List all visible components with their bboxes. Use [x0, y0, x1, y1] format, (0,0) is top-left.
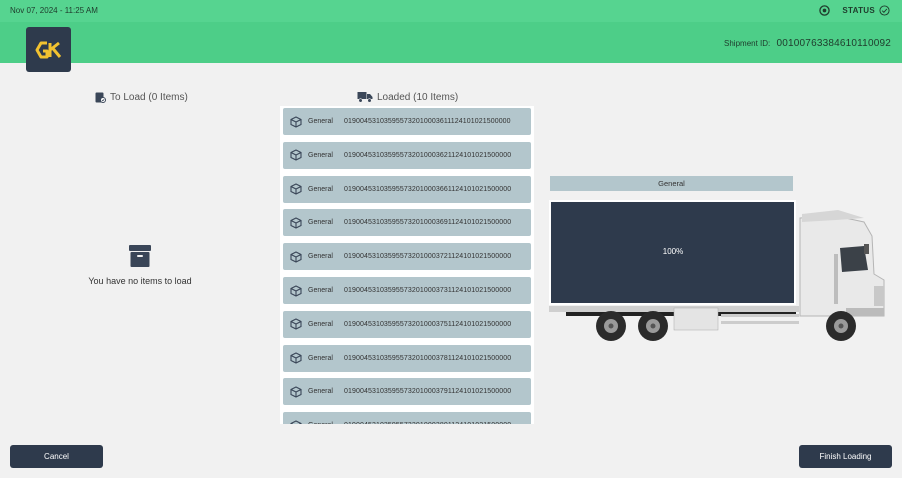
datetime: Nov 07, 2024 - 11:25 AM — [10, 6, 98, 15]
item-category: General — [308, 354, 333, 362]
status-label: STATUS — [842, 6, 875, 15]
clipboard-icon — [95, 92, 106, 103]
list-item[interactable]: General 019004531035955732010003691124101… — [283, 209, 531, 237]
list-item[interactable]: General 019004531035955732010003791124101… — [283, 378, 531, 406]
package-icon — [290, 149, 302, 161]
item-code: 0190045310359557320100036211241010215000… — [344, 151, 512, 159]
item-category: General — [308, 219, 333, 227]
package-icon — [290, 284, 302, 297]
package-icon — [290, 217, 302, 229]
logo[interactable] — [26, 27, 71, 72]
loaded-title: Loaded (10 Items) — [377, 91, 459, 103]
top-bar: Nov 07, 2024 - 11:25 AM STATUS Shipment … — [0, 0, 902, 63]
list-item[interactable]: General 019004531035955732010003781124101… — [283, 344, 531, 372]
item-code: 0190045310359557320100037211241010215000… — [344, 253, 512, 261]
cargo-label: General — [550, 176, 793, 191]
list-item[interactable]: General 019004531035955732010003751124101… — [283, 310, 531, 338]
item-category: General — [308, 185, 333, 193]
item-code: 0190045310359557320100036611241010215000… — [344, 185, 512, 193]
item-code: 0190045310359557320100036111241010215000… — [344, 118, 511, 125]
to-load-title: To Load (0 Items) — [110, 91, 188, 103]
loaded-title-wrap: Loaded (10 Items) — [357, 91, 458, 103]
item-code: 0190045310359557320100037311241010215000… — [344, 287, 512, 294]
item-category: General — [308, 118, 333, 125]
package-icon — [290, 318, 302, 330]
fill-percent: 100% — [663, 247, 683, 256]
item-category: General — [308, 287, 333, 294]
item-code: 0190045310359557320100036911241010215000… — [344, 219, 512, 227]
item-category: General — [308, 253, 333, 261]
list-item[interactable]: General019004531035955732010003801124101… — [283, 412, 531, 424]
list-item[interactable]: General 019004531035955732010003721124101… — [283, 243, 531, 271]
truck-icon — [357, 92, 373, 103]
package-icon — [290, 386, 302, 398]
empty-message: You have no items to load — [88, 276, 192, 286]
list-item[interactable]: General 019004531035955732010003661124101… — [283, 175, 531, 203]
logo-icon — [35, 41, 61, 58]
package-icon — [290, 352, 302, 364]
to-load-title-wrap: To Load (0 Items) — [94, 91, 188, 103]
item-code: 0190045310359557320100038011241010215000… — [344, 422, 526, 424]
finish-loading-button[interactable]: Finish Loading — [799, 445, 892, 468]
list-item[interactable]: General 019004531035955732010003731124101… — [283, 277, 531, 304]
truck-illustration: 100% — [549, 200, 885, 341]
item-category: General — [308, 388, 333, 396]
shipment-label: Shipment ID: — [724, 39, 771, 48]
item-code: 0190045310359557320100037911241010215000… — [344, 388, 512, 396]
item-code: 0190045310359557320100037511241010215000… — [344, 320, 512, 328]
item-code: 0190045310359557320100037811241010215000… — [344, 354, 512, 362]
list-item[interactable]: General 019004531035955732010003611124101… — [283, 108, 531, 135]
package-icon — [290, 251, 302, 263]
status-area: STATUS — [819, 5, 890, 16]
loaded-items-list[interactable]: General 019004531035955732010003611124101… — [280, 106, 534, 424]
settings-icon[interactable] — [819, 5, 831, 16]
item-category: General — [308, 320, 333, 328]
list-item[interactable]: General 019004531035955732010003621124101… — [283, 141, 531, 169]
item-category: General — [308, 151, 333, 159]
item-category: General — [308, 422, 344, 424]
check-circle-icon — [879, 5, 890, 16]
top-strip — [0, 0, 902, 22]
shipment-info: Shipment ID: 00100763384610110092 — [724, 38, 891, 49]
package-icon — [290, 420, 302, 424]
cancel-button[interactable]: Cancel — [10, 445, 103, 468]
box-icon — [129, 245, 151, 267]
package-icon — [290, 183, 302, 195]
package-icon — [290, 115, 302, 128]
shipment-id: 00100763384610110092 — [776, 38, 891, 49]
